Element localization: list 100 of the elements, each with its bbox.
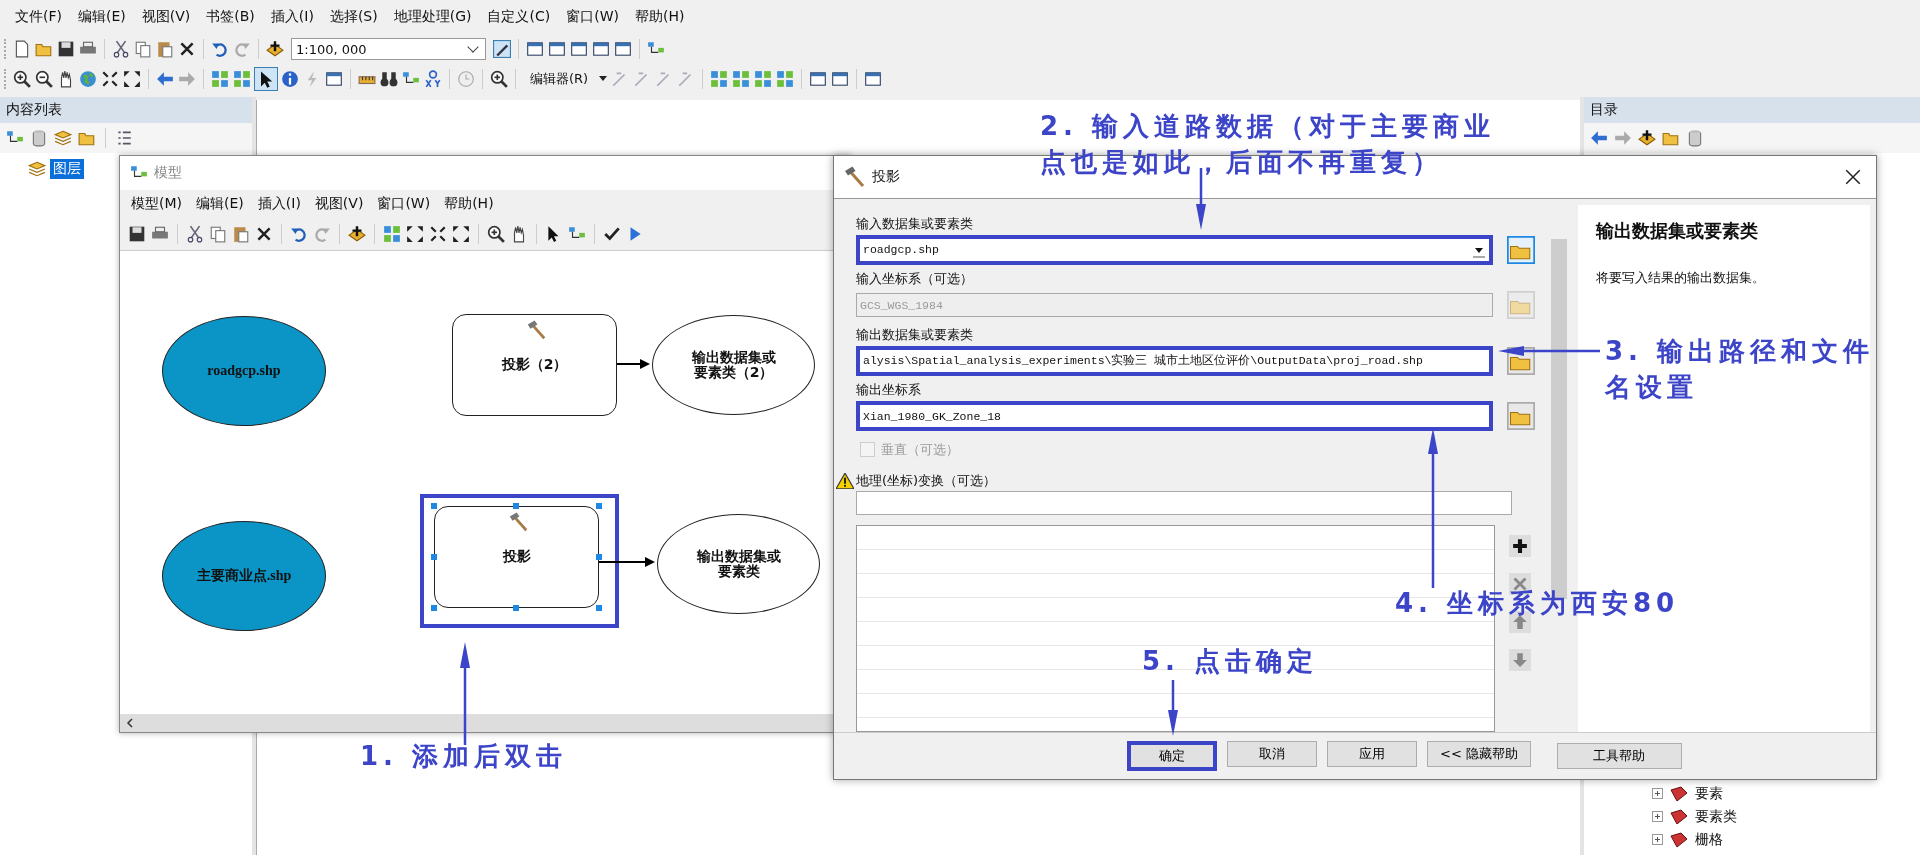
paste-icon[interactable] [232, 225, 250, 243]
grid-icon[interactable] [754, 70, 773, 88]
undo-icon[interactable] [290, 225, 308, 243]
output-node[interactable]: 输出数据集或要素类（2） [652, 315, 815, 415]
layers-icon[interactable] [28, 160, 46, 178]
menu-item[interactable]: 帮助(H) [437, 192, 501, 216]
scroll-left-icon[interactable] [126, 718, 134, 728]
window-icon[interactable] [864, 70, 883, 88]
paste-icon[interactable] [156, 40, 174, 58]
tool-node[interactable]: 投影（2） [452, 314, 617, 416]
save-icon[interactable] [57, 40, 75, 58]
dialog-button[interactable]: << 隐藏帮助 [1427, 741, 1531, 767]
data-node[interactable]: 主要商业点.shp [162, 521, 326, 631]
delete-icon[interactable] [255, 225, 273, 243]
zoom-in-icon[interactable] [13, 70, 31, 88]
scissors-icon[interactable] [112, 40, 130, 58]
dialog-button[interactable]: 取消 [1227, 741, 1317, 767]
window-icon[interactable] [614, 40, 632, 58]
input-field[interactable]: alysis\Spatial_analysis_experiments\实验三 城市土地区位评价\OutputData\proj_road.shp [856, 345, 1493, 376]
close-icon[interactable] [1844, 168, 1862, 186]
zoom-out-icon[interactable] [35, 70, 53, 88]
grid-icon[interactable] [776, 70, 795, 88]
coordinates-icon[interactable] [424, 70, 442, 88]
copy-icon[interactable] [134, 40, 152, 58]
delete-icon[interactable] [178, 40, 196, 58]
selection-handle[interactable] [596, 605, 602, 611]
window-icon[interactable] [570, 40, 588, 58]
menu-item[interactable]: 书签(B) [199, 5, 262, 29]
menu-item[interactable]: 视图(V) [134, 5, 198, 29]
grid-icon[interactable] [233, 70, 251, 88]
copy-icon[interactable] [209, 225, 227, 243]
tree-item[interactable]: 要素类 [1695, 807, 1737, 826]
window-icon[interactable] [548, 40, 566, 58]
list-icon[interactable] [115, 129, 133, 147]
selection-handle[interactable] [431, 503, 437, 509]
tree-item[interactable]: 图层 [50, 159, 84, 179]
scale-dropdown[interactable]: 1:100, 000 [291, 38, 486, 60]
arrows-in-icon[interactable] [429, 225, 447, 243]
back-arrow-icon[interactable] [156, 70, 174, 88]
input-field[interactable]: Xian_1980_GK_Zone_18 [856, 401, 1493, 432]
selection-handle[interactable] [596, 554, 602, 560]
grid-icon[interactable] [732, 70, 751, 88]
menu-item[interactable]: 编辑(E) [189, 192, 251, 216]
expand-icon[interactable] [1652, 788, 1663, 799]
folder-icon[interactable] [1507, 235, 1535, 264]
window-icon[interactable] [526, 40, 544, 58]
expand-icon[interactable] [1652, 811, 1663, 822]
menu-item[interactable]: 模型(M) [124, 192, 189, 216]
back-arrow-icon[interactable] [1590, 129, 1608, 147]
page-icon[interactable] [13, 40, 31, 58]
menu-item[interactable]: 插入(I) [250, 192, 308, 216]
menu-item[interactable]: 编辑(E) [71, 5, 133, 29]
arrows-out-icon[interactable] [406, 225, 424, 243]
selection-handle[interactable] [513, 503, 519, 509]
add-data-icon[interactable] [266, 40, 284, 58]
menu-item[interactable]: 插入(I) [263, 5, 321, 29]
menu-item[interactable]: 窗口(W) [370, 192, 438, 216]
output-node[interactable]: 输出数据集或要素类 [657, 514, 820, 614]
pointer-icon[interactable] [255, 68, 277, 90]
undo-icon[interactable] [211, 40, 229, 58]
menu-item[interactable]: 选择(S) [322, 5, 385, 29]
arrows-in-icon[interactable] [101, 70, 119, 88]
input-field[interactable] [856, 491, 1512, 515]
scissors-icon[interactable] [186, 225, 204, 243]
selection-handle[interactable] [431, 605, 437, 611]
menu-item[interactable]: 自定义(C) [480, 5, 558, 29]
info-icon[interactable] [281, 70, 299, 88]
menu-item[interactable]: 地理处理(G) [386, 5, 479, 29]
add-icon[interactable] [1509, 534, 1531, 557]
menu-item[interactable]: 窗口(W) [559, 5, 626, 29]
data-node[interactable]: roadgcp.shp [162, 316, 326, 426]
save-icon[interactable] [128, 225, 146, 243]
binoculars-icon[interactable] [380, 70, 398, 88]
grid-icon[interactable] [383, 225, 401, 243]
selection-handle[interactable] [596, 503, 602, 509]
grid-icon[interactable] [211, 70, 229, 88]
selection-handle[interactable] [431, 554, 437, 560]
layers-icon[interactable] [54, 129, 72, 147]
add-data-icon[interactable] [1638, 129, 1656, 147]
tree-item[interactable]: 栅格 [1695, 830, 1723, 849]
dialog-button[interactable]: 应用 [1327, 741, 1417, 767]
window-icon[interactable] [325, 70, 343, 88]
window-icon[interactable] [831, 70, 850, 88]
caret-icon[interactable] [599, 76, 608, 82]
window-icon[interactable] [592, 40, 610, 58]
edit-icon[interactable] [493, 40, 511, 58]
editor-menu[interactable]: 编辑器(R) [523, 67, 596, 91]
tool-help-button[interactable]: 工具帮助 [1556, 743, 1682, 769]
arrows-out-icon[interactable] [123, 70, 141, 88]
check-icon[interactable] [603, 225, 621, 243]
folder-icon[interactable] [1507, 402, 1535, 431]
menu-item[interactable]: 帮助(H) [627, 5, 692, 29]
tool-node[interactable]: 投影 [434, 506, 599, 608]
zoom-in-icon[interactable] [490, 70, 508, 88]
menu-item[interactable]: 文件(F) [8, 5, 69, 29]
expand-icon[interactable] [1652, 834, 1663, 845]
dropdown-field[interactable]: roadgcp.shp [856, 234, 1493, 265]
menu-item[interactable]: 视图(V) [307, 192, 371, 216]
dialog-button[interactable]: 确定 [1127, 741, 1217, 771]
tree-item[interactable]: 要素 [1695, 784, 1723, 803]
